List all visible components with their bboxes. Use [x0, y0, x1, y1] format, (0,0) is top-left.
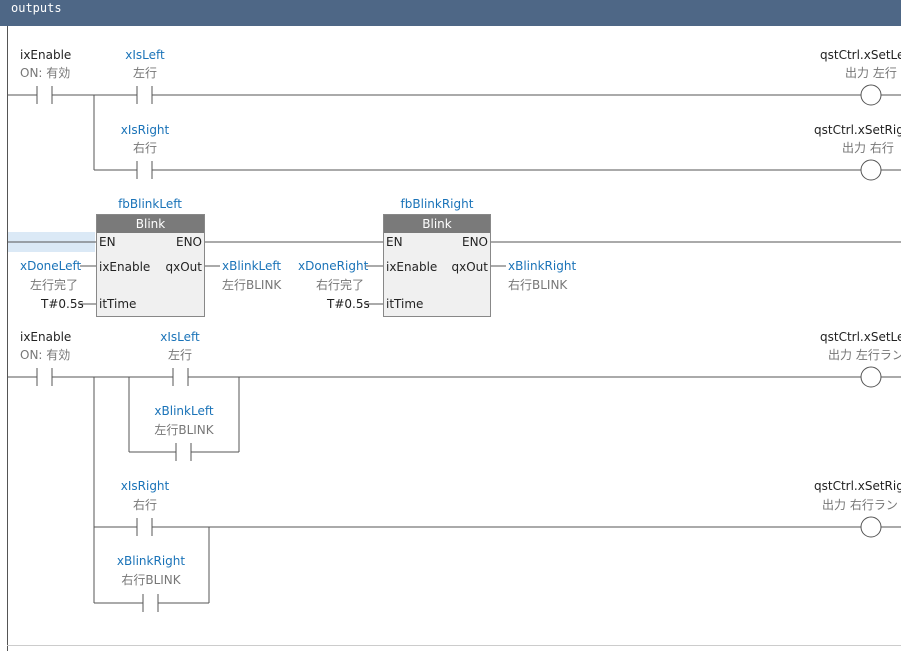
coil-right-3[interactable] — [860, 516, 882, 538]
ixenable-comment: ON: 有効 — [20, 66, 71, 80]
coil-left-label-3[interactable]: qstCtrl.xSetLe — [820, 330, 901, 344]
fb-left-pin-ittime: itTime — [99, 297, 137, 311]
coil-left-1[interactable] — [860, 84, 882, 106]
xisright-comment-3: 右行 — [132, 498, 158, 512]
fb-blink-right-type: Blink — [384, 215, 490, 233]
xdoneleft-label[interactable]: xDoneLeft — [20, 259, 81, 273]
xisleft-label-3[interactable]: xIsLeft — [160, 330, 199, 344]
coil-left-label[interactable]: qstCtrl.xSetLe — [820, 48, 901, 62]
xblinkright-output-label[interactable]: xBlinkRight — [508, 259, 576, 273]
xisright-comment: 右行 — [132, 141, 158, 155]
coil-right-comment: 出力 右行 — [842, 141, 894, 155]
coil-right-1[interactable] — [860, 159, 882, 181]
fb-blink-right-instance[interactable]: fbBlinkRight — [401, 197, 474, 211]
ixenable-label[interactable]: ixEnable — [20, 48, 71, 62]
ixenable-comment-3: ON: 有効 — [20, 348, 71, 362]
fb-right-pin-ittime: itTime — [386, 297, 424, 311]
coil-right-comment-3: 出力 右行ラン — [822, 498, 898, 512]
fb-left-pin-qxout: qxOut — [165, 260, 202, 274]
xdoneright-label[interactable]: xDoneRight — [298, 259, 368, 273]
fb-right-pin-ixenable: ixEnable — [386, 260, 438, 274]
coil-right-label-3[interactable]: qstCtrl.xSetRigh — [814, 479, 901, 493]
contact-ixenable-1[interactable] — [36, 86, 53, 104]
coil-left-comment-3: 出力 左行ラン — [828, 348, 901, 362]
fb-blink-left-type: Blink — [97, 215, 204, 233]
xblinkleft-output-label[interactable]: xBlinkLeft — [222, 259, 281, 273]
fb-blink-right[interactable]: Blink EN ENO ixEnable qxOut itTime — [383, 214, 491, 317]
fb-blink-left[interactable]: Blink EN ENO ixEnable qxOut itTime — [96, 214, 205, 317]
xisright-label[interactable]: xIsRight — [121, 123, 170, 137]
xblinkright-output-comment: 右行BLINK — [508, 278, 568, 292]
xisleft-comment: 左行 — [132, 66, 158, 80]
xisright-label-3[interactable]: xIsRight — [121, 479, 170, 493]
fb-left-pin-en: EN — [99, 235, 116, 249]
contact-xisright-3[interactable] — [136, 518, 153, 536]
xdoneright-comment: 右行完了 — [316, 278, 365, 292]
contact-xisright-1[interactable] — [136, 161, 153, 179]
contact-xisleft-3[interactable] — [172, 368, 189, 386]
contact-xblinkright-3[interactable] — [142, 594, 159, 612]
fb-right-pin-en: EN — [386, 235, 403, 249]
contact-ixenable-3[interactable] — [36, 368, 53, 386]
coil-right-label[interactable]: qstCtrl.xSetRigh — [814, 123, 901, 137]
fb-right-pin-qxout: qxOut — [451, 260, 488, 274]
contact-xisleft-1[interactable] — [136, 86, 153, 104]
contact-xblinkleft-3[interactable] — [175, 443, 192, 461]
xblinkright-comment-3: 右行BLINK — [121, 573, 181, 587]
xisleft-comment-3: 左行 — [167, 348, 193, 362]
fb-left-time-value[interactable]: T#0.5s — [41, 297, 84, 311]
fb-right-pin-eno: ENO — [461, 235, 488, 249]
ixenable-label-3[interactable]: ixEnable — [20, 330, 71, 344]
fb-left-pin-eno: ENO — [175, 235, 202, 249]
xblinkleft-label-3[interactable]: xBlinkLeft — [154, 404, 213, 418]
fb-blink-left-instance[interactable]: fbBlinkLeft — [118, 197, 182, 211]
fb-left-pin-ixenable: ixEnable — [99, 260, 151, 274]
xblinkleft-output-comment: 左行BLINK — [222, 278, 282, 292]
coil-left-3[interactable] — [860, 366, 882, 388]
xdoneleft-comment: 左行完了 — [30, 278, 79, 292]
coil-left-comment: 出力 左行 — [845, 66, 897, 80]
xblinkright-label-3[interactable]: xBlinkRight — [117, 554, 185, 568]
fb-right-time-value[interactable]: T#0.5s — [327, 297, 370, 311]
xisleft-label[interactable]: xIsLeft — [125, 48, 164, 62]
xblinkleft-comment-3: 左行BLINK — [154, 423, 214, 437]
